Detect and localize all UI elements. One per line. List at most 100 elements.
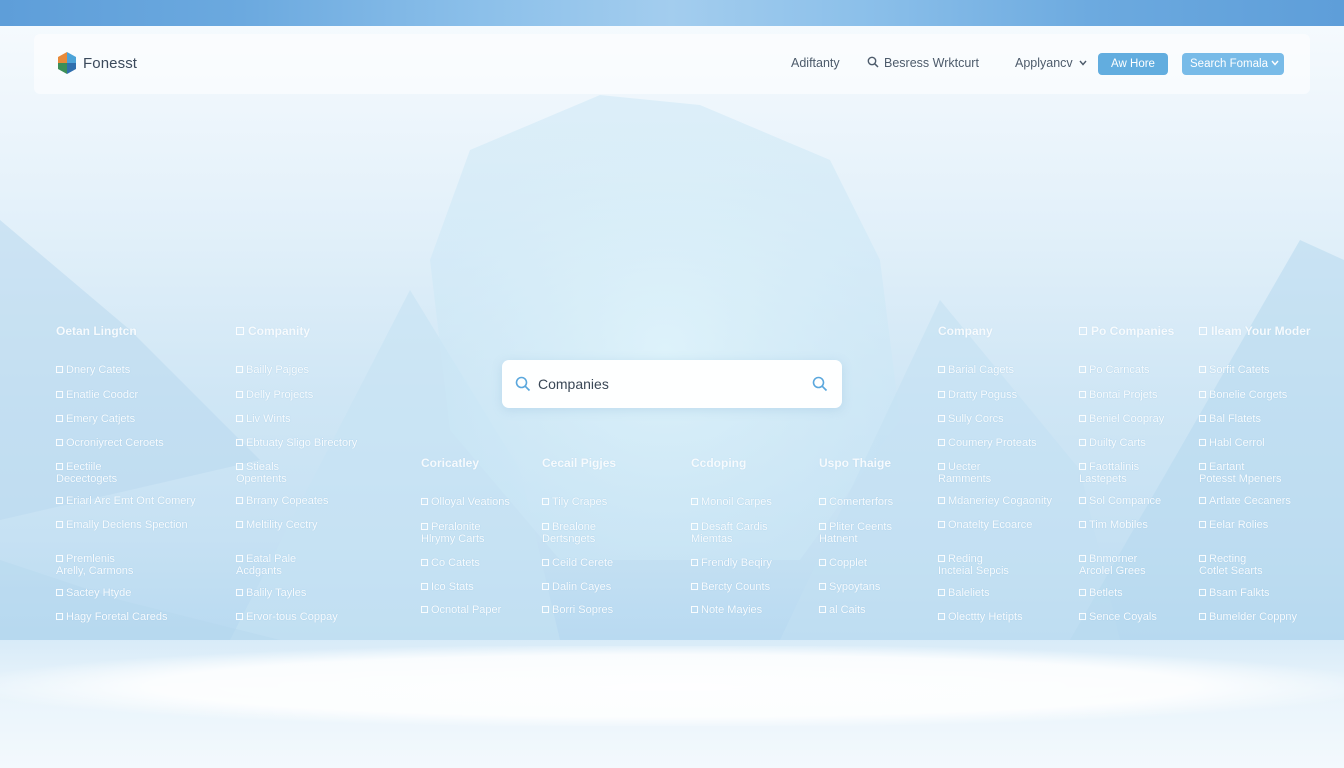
checkbox-icon[interactable] [819,523,826,530]
checkbox-icon[interactable] [236,391,243,398]
checkbox-icon[interactable] [56,613,63,620]
checkbox-icon[interactable] [1199,463,1206,470]
checkbox-icon[interactable] [542,583,549,590]
directory-link[interactable]: Bsam Falkts [1199,587,1270,599]
directory-link[interactable]: Ocnotal Paper [421,604,501,616]
directory-link[interactable]: Liv Wints [236,413,291,425]
checkbox-icon[interactable] [819,559,826,566]
checkbox-icon[interactable] [1199,613,1206,620]
directory-link[interactable]: Sence Coyals [1079,611,1157,623]
directory-link[interactable]: Dnery Catets [56,364,130,376]
checkbox-icon[interactable] [1079,613,1086,620]
directory-link[interactable]: Po Carncats [1079,364,1150,376]
directory-link[interactable]: Monoil Carpes [691,496,772,508]
checkbox-icon[interactable] [1079,589,1086,596]
search-formula-dropdown-button[interactable]: Search Fomala [1182,53,1284,75]
directory-link[interactable]: Barial Cagets [938,364,1014,376]
directory-link[interactable]: al Caits [819,604,866,616]
directory-link[interactable]: Eectiile Decectogets [56,461,117,485]
checkbox-icon[interactable] [819,583,826,590]
directory-link[interactable]: Beniel Coopray [1079,413,1164,425]
directory-link[interactable]: Recting Cotlet Searts [1199,553,1263,577]
nav-link-adiftanty[interactable]: Adiftanty [791,56,840,70]
checkbox-icon[interactable] [938,391,945,398]
checkbox-icon[interactable] [236,415,243,422]
directory-link[interactable]: Meltility Cectry [236,519,318,531]
directory-link[interactable]: Dalin Cayes [542,581,611,593]
checkbox-icon[interactable] [1199,589,1206,596]
checkbox-icon[interactable] [691,498,698,505]
checkbox-icon[interactable] [691,559,698,566]
checkbox-icon[interactable] [542,523,549,530]
checkbox-icon[interactable] [1199,555,1206,562]
checkbox-icon[interactable] [236,589,243,596]
directory-link[interactable]: Baleliets [938,587,990,599]
directory-link[interactable]: Bnmorner Arcolel Grees [1079,553,1146,577]
directory-link[interactable]: Peralonite Hlrymy Carts [421,521,485,545]
directory-link[interactable]: Eatal Pale Acdgants [236,553,296,577]
checkbox-icon[interactable] [236,463,243,470]
checkbox-icon[interactable] [691,606,698,613]
directory-link[interactable]: Enatlie Coodcr [56,389,138,401]
directory-link[interactable]: Ico Stats [421,581,474,593]
directory-link[interactable]: Olloyal Veations [421,496,510,508]
checkbox-icon[interactable] [1079,555,1086,562]
directory-link[interactable]: Duilty Carts [1079,437,1146,449]
directory-link[interactable]: Stieals Opentents [236,461,287,485]
checkbox-icon[interactable] [236,497,243,504]
directory-link[interactable]: Copplet [819,557,867,569]
directory-link[interactable]: Frendly Beqiry [691,557,772,569]
directory-link[interactable]: Bumelder Coppny [1199,611,1297,623]
checkbox-icon[interactable] [1079,521,1086,528]
checkbox-icon[interactable] [691,523,698,530]
checkbox-icon[interactable] [542,606,549,613]
checkbox-icon[interactable] [56,555,63,562]
directory-link[interactable]: Faottalinis Lastepets [1079,461,1139,485]
directory-link[interactable]: Onatelty Ecoarce [938,519,1032,531]
checkbox-icon[interactable] [938,521,945,528]
search-input[interactable] [538,372,798,396]
directory-link[interactable]: Comerterfors [819,496,893,508]
directory-link[interactable]: Eriarl Arc Emt Ont Comery [56,495,196,507]
checkbox-icon[interactable] [542,559,549,566]
checkbox-icon[interactable] [236,366,243,373]
checkbox-icon[interactable] [56,366,63,373]
directory-link[interactable]: Tily Crapes [542,496,607,508]
directory-link[interactable]: Betlets [1079,587,1123,599]
directory-link[interactable]: Eelar Rolies [1199,519,1268,531]
directory-link[interactable]: Premlenis Arelly, Carmons [56,553,133,577]
checkbox-icon[interactable] [56,391,63,398]
directory-link[interactable]: Sactey Htyde [56,587,131,599]
directory-link[interactable]: Eartant Potesst Mpeners [1199,461,1282,485]
directory-link[interactable]: Bal Flatets [1199,413,1261,425]
checkbox-icon[interactable] [938,439,945,446]
checkbox-icon[interactable] [1079,463,1086,470]
directory-link[interactable]: Brrany Copeates [236,495,329,507]
search-bar[interactable] [502,360,842,408]
directory-link[interactable]: Reding Incteial Sepcis [938,553,1009,577]
checkbox-icon[interactable] [56,521,63,528]
checkbox-icon[interactable] [56,589,63,596]
checkbox-icon[interactable] [236,555,243,562]
checkbox-icon[interactable] [1199,439,1206,446]
checkbox-icon[interactable] [938,555,945,562]
directory-link[interactable]: Sorfit Catets [1199,364,1270,376]
checkbox-icon[interactable] [1079,497,1086,504]
directory-link[interactable]: Bailly Pajges [236,364,309,376]
directory-link[interactable]: Sol Compance [1079,495,1161,507]
directory-link[interactable]: Uecter Ramments [938,461,991,485]
checkbox-icon[interactable] [421,523,428,530]
checkbox-icon[interactable] [56,497,63,504]
checkbox-icon[interactable] [1199,415,1206,422]
checkbox-icon[interactable] [56,415,63,422]
checkbox-icon[interactable] [1079,415,1086,422]
checkbox-icon[interactable] [1079,391,1086,398]
checkbox-icon[interactable] [236,439,243,446]
directory-link[interactable]: Ceild Cerete [542,557,613,569]
directory-link[interactable]: Co Catets [421,557,480,569]
directory-link[interactable]: Note Mayies [691,604,762,616]
directory-link[interactable]: Balily Tayles [236,587,306,599]
directory-link[interactable]: Dratty Poguss [938,389,1017,401]
checkbox-icon[interactable] [421,559,428,566]
checkbox-icon[interactable] [691,583,698,590]
